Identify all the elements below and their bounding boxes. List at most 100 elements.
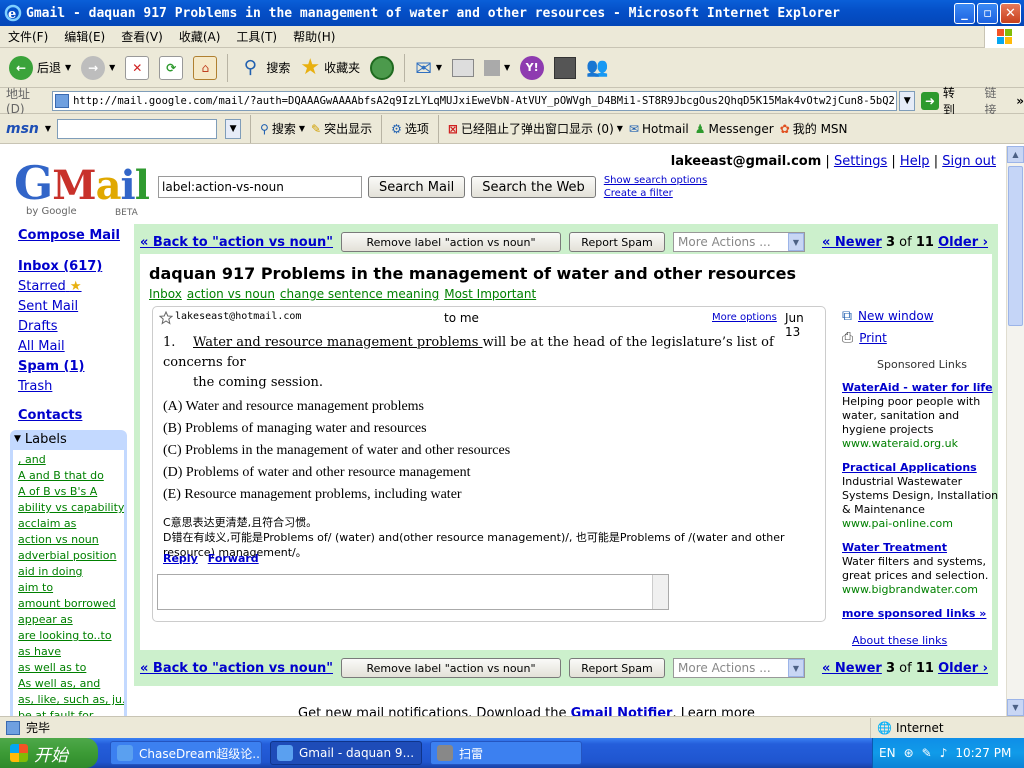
menu-tools[interactable]: 工具(T) [236, 28, 277, 45]
label-item[interactable]: be at fault for [18, 708, 119, 716]
starred-link[interactable]: Starred ★ [18, 279, 128, 294]
history-button[interactable] [367, 52, 397, 84]
scroll-down-icon[interactable]: ▼ [1007, 699, 1024, 716]
help-link[interactable]: Help [900, 154, 930, 169]
msn-logo[interactable]: msn [6, 121, 39, 137]
tray-app-icon[interactable]: ✎ [922, 746, 932, 760]
minimize-button[interactable]: _ [954, 3, 975, 24]
reply-link[interactable]: Reply [163, 552, 198, 565]
favorites-button[interactable]: ★ 收藏夹 [297, 52, 363, 84]
settings-link[interactable]: Settings [834, 154, 887, 169]
my-msn-button[interactable]: ✿ 我的 MSN [780, 120, 848, 137]
menu-file[interactable]: 文件(F) [8, 28, 48, 45]
back-to-label-link[interactable]: « Back to "action vs noun" [140, 235, 333, 250]
label-item[interactable]: ability vs capability [18, 500, 124, 516]
about-these-links[interactable]: About these links [852, 634, 947, 647]
links-label[interactable]: 链接 [985, 84, 1009, 118]
gmail-search-input[interactable]: label:action-vs-noun [158, 176, 362, 198]
labels-header[interactable]: ▼ Labels [10, 430, 127, 448]
back-to-label-link[interactable]: « Back to "action vs noun" [140, 661, 333, 676]
taskbar-item[interactable]: ChaseDream超级论... [110, 741, 262, 765]
newer-link[interactable]: « Newer [822, 661, 882, 676]
address-dropdown-button[interactable]: ▼ [899, 90, 916, 111]
popup-blocker-button[interactable]: ⊠ 已经阻止了弹出窗口显示 (0) ▼ [448, 120, 623, 137]
compose-mail-link[interactable]: Compose Mail [18, 228, 128, 243]
people-button[interactable]: 👥 [583, 52, 611, 84]
label-item[interactable]: action vs noun [18, 532, 119, 548]
label-item[interactable]: acclaim as [18, 516, 119, 532]
report-spam-button[interactable]: Report Spam [569, 658, 665, 678]
hotmail-button[interactable]: ✉ Hotmail [629, 122, 689, 136]
scroll-up-icon[interactable]: ▲ [1007, 146, 1024, 163]
label-item[interactable]: are looking to..to [18, 628, 119, 644]
label-item[interactable]: amount borrowed [18, 596, 119, 612]
label-item[interactable]: adverbial position [18, 548, 119, 564]
thread-label[interactable]: Most Important [444, 287, 536, 301]
reply-scrollbar[interactable] [652, 575, 668, 609]
highlight-button[interactable]: ✎ 突出显示 [311, 120, 372, 137]
spam-link[interactable]: Spam (1) [18, 359, 128, 374]
all-mail-link[interactable]: All Mail [18, 339, 128, 354]
label-item[interactable]: aim to [18, 580, 119, 596]
more-actions-select[interactable]: More Actions ... ▼ [673, 232, 805, 252]
ad-title[interactable]: Water Treatment [842, 541, 1002, 555]
menu-help[interactable]: 帮助(H) [293, 28, 335, 45]
report-spam-button[interactable]: Report Spam [569, 232, 665, 252]
label-item[interactable]: A of B vs B's A [18, 484, 119, 500]
scroll-thumb[interactable] [1008, 166, 1023, 326]
learn-more-text[interactable]: . Learn more [672, 706, 754, 716]
label-item[interactable]: appear as [18, 612, 119, 628]
taskbar-item[interactable]: Gmail - daquan 9... [270, 741, 422, 765]
sign-out-link[interactable]: Sign out [942, 154, 996, 169]
search-mail-button[interactable]: Search Mail [368, 176, 466, 198]
tray-volume-icon[interactable]: ♪ [940, 746, 948, 760]
mail-button[interactable]: ✉ ▼ [412, 52, 445, 84]
restore-button[interactable]: ▫ [977, 3, 998, 24]
language-indicator[interactable]: EN [879, 746, 896, 760]
drafts-link[interactable]: Drafts [18, 319, 128, 334]
older-link[interactable]: Older › [938, 661, 988, 676]
label-item[interactable]: As well as, and [18, 676, 119, 692]
quick-reply-box[interactable] [157, 574, 669, 610]
gmail-notifier-link[interactable]: Gmail Notifier [571, 706, 673, 716]
tray-back-icon[interactable]: ⊛ [904, 746, 914, 760]
search-web-button[interactable]: Search the Web [471, 176, 596, 198]
ad-url[interactable]: www.pai-online.com [842, 517, 1002, 531]
ad-url[interactable]: www.wateraid.org.uk [842, 437, 1002, 451]
label-item[interactable]: , and [18, 452, 119, 468]
msn-search-dropdown[interactable]: ▼ [225, 118, 242, 139]
address-input[interactable]: http://mail.google.com/mail/?auth=DQAAAG… [52, 90, 898, 111]
close-button[interactable]: ✕ [1000, 3, 1021, 24]
print-button[interactable] [449, 52, 477, 84]
ad-title[interactable]: Practical Applications [842, 461, 1002, 475]
more-actions-select[interactable]: More Actions ... ▼ [673, 658, 805, 678]
messenger-link[interactable]: ♟ Messenger [695, 122, 774, 136]
home-button[interactable]: ⌂ [190, 52, 220, 84]
options-button[interactable]: ⚙ 选项 [391, 120, 429, 137]
back-button[interactable]: ← 后退 ▼ [6, 52, 74, 84]
edit-button[interactable]: ▼ [481, 52, 513, 84]
msn-search-input[interactable] [57, 118, 218, 139]
go-button[interactable]: ➜ 转到 [921, 84, 966, 118]
remove-label-button[interactable]: Remove label "action vs noun" [341, 232, 561, 252]
newer-link[interactable]: « Newer [822, 235, 882, 250]
ad-url[interactable]: www.bigbrandwater.com [842, 583, 1002, 597]
older-link[interactable]: Older › [938, 235, 988, 250]
contacts-link[interactable]: Contacts [18, 408, 128, 423]
ad-title[interactable]: WaterAid - water for life [842, 381, 1002, 395]
research-button[interactable] [551, 52, 579, 84]
print-action[interactable]: ⎙ Print [842, 330, 1002, 346]
message-star-icon[interactable] [159, 311, 173, 325]
remove-label-button[interactable]: Remove label "action vs noun" [341, 658, 561, 678]
trash-link[interactable]: Trash [18, 379, 128, 394]
forward-link[interactable]: Forward [208, 552, 259, 565]
create-filter-link[interactable]: Create a filter [604, 187, 707, 200]
new-window-action[interactable]: ⧉ New window [842, 308, 1002, 324]
inbox-link[interactable]: Inbox (617) [18, 259, 128, 274]
menu-view[interactable]: 查看(V) [121, 28, 163, 45]
chevron-right-icon[interactable]: » [1016, 94, 1024, 108]
search-button[interactable]: ⚲ 搜索 [235, 52, 293, 84]
more-options-link[interactable]: More options [712, 312, 777, 323]
page-scrollbar[interactable]: ▲ ▼ [1006, 146, 1024, 716]
stop-button[interactable]: ✕ [122, 52, 152, 84]
